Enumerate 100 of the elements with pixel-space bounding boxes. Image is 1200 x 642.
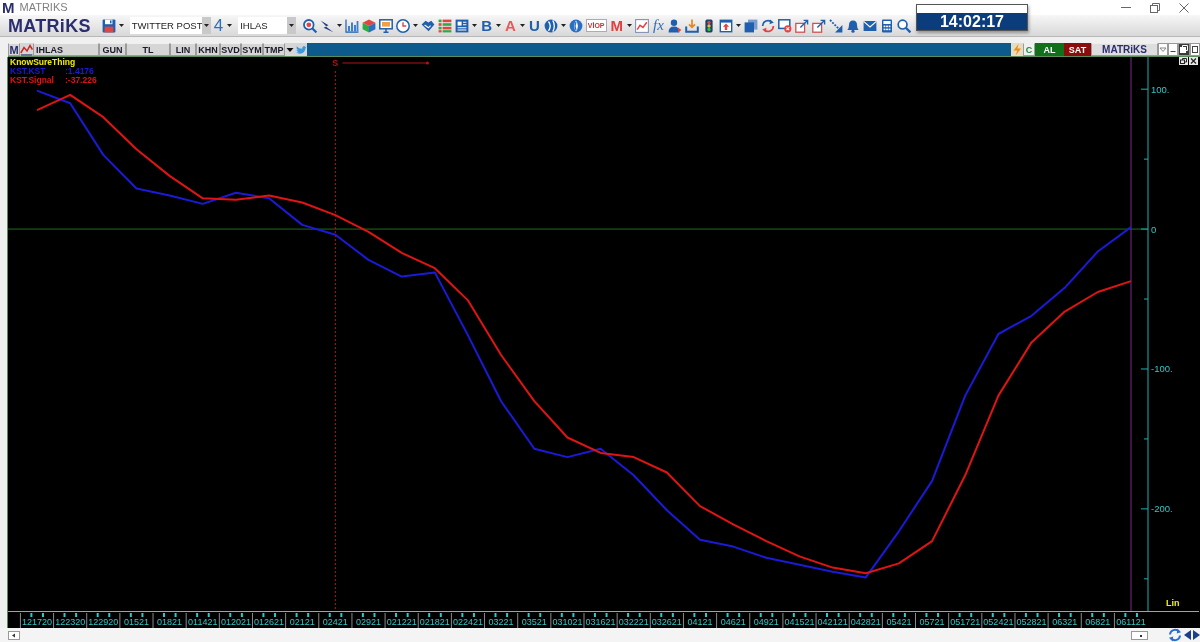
- cube-icon[interactable]: [362, 18, 377, 33]
- header-button[interactable]: KHN: [196, 43, 220, 56]
- header-button[interactable]: SYM: [241, 43, 263, 56]
- brand-label: MATRiKS: [1091, 43, 1158, 56]
- axis-label: 051721: [950, 617, 981, 627]
- axis-label: -200.: [1151, 503, 1173, 515]
- legend-label: KST.Signal: [10, 75, 54, 85]
- minimize-icon[interactable]: [1168, 43, 1178, 56]
- list-icon[interactable]: [438, 18, 453, 33]
- letter-button[interactable]: U: [527, 17, 541, 34]
- header-button[interactable]: TL: [126, 43, 170, 56]
- legend-value: :1.4176: [65, 66, 94, 76]
- axis-label: 05721: [919, 617, 945, 627]
- header-button[interactable]: GUN: [99, 43, 126, 56]
- sell-button[interactable]: SAT: [1064, 43, 1091, 56]
- page-number-button[interactable]: 4: [212, 17, 225, 34]
- scale-mode-label: Lin: [1166, 598, 1180, 608]
- axis-label: 05421: [886, 617, 912, 627]
- arrow-icon[interactable]: [828, 18, 843, 33]
- axis-label: 011421: [188, 617, 218, 627]
- restore-icon[interactable]: [1178, 43, 1190, 56]
- caret-icon[interactable]: [289, 24, 295, 27]
- axis-label: 042121: [817, 617, 848, 627]
- refresh-icon[interactable]: [1168, 628, 1182, 642]
- formula-button[interactable]: fx: [652, 17, 665, 34]
- status-button[interactable]: C: [1023, 43, 1035, 56]
- axis-label: -100.: [1151, 363, 1173, 375]
- logo: MATRiKS: [8, 15, 91, 36]
- clock-icon[interactable]: [396, 18, 411, 33]
- caret-icon[interactable]: [472, 24, 478, 27]
- axis-label: 06821: [1085, 617, 1111, 627]
- caret-icon[interactable]: [227, 24, 233, 27]
- monitor-icon[interactable]: [777, 18, 792, 33]
- magnifier-icon[interactable]: [303, 18, 318, 33]
- bar-chart-icon[interactable]: [345, 18, 360, 33]
- caret-icon[interactable]: [627, 24, 632, 27]
- axis-label: 122320: [55, 617, 86, 627]
- axis-label: 012621: [254, 617, 285, 627]
- axis-label: 021221: [386, 617, 417, 627]
- axis-label: 031021: [552, 617, 583, 627]
- legend-label: KST.KST: [10, 66, 46, 76]
- axis-label: 032221: [618, 617, 649, 627]
- newspaper-icon[interactable]: [455, 18, 470, 33]
- axis-label: 012021: [220, 617, 251, 627]
- globe-icon[interactable]: [543, 18, 558, 33]
- symbol-field[interactable]: IHLAS: [33, 43, 99, 56]
- caret-icon[interactable]: [735, 24, 741, 27]
- header-button[interactable]: TMP: [263, 43, 285, 56]
- monitor-icon[interactable]: [379, 18, 394, 33]
- restore-icon[interactable]: [1150, 2, 1160, 13]
- maximize-icon[interactable]: [1190, 43, 1200, 56]
- axis-label: 02121: [289, 617, 315, 627]
- download-icon[interactable]: [684, 18, 699, 33]
- caret-icon[interactable]: [560, 24, 566, 27]
- heart-icon[interactable]: [421, 18, 436, 33]
- chart-icon[interactable]: [20, 43, 33, 56]
- axis-label: 052821: [1016, 617, 1047, 627]
- caret-icon[interactable]: [496, 24, 502, 27]
- restore-icon[interactable]: [1179, 57, 1188, 65]
- scrollbar-thumb[interactable]: [1131, 630, 1148, 640]
- calculator-icon[interactable]: [879, 18, 894, 33]
- close-icon[interactable]: [1179, 2, 1189, 13]
- caret-icon[interactable]: [337, 24, 343, 27]
- letter-button[interactable]: B: [480, 17, 494, 34]
- window-icon[interactable]: [794, 18, 809, 33]
- caret-icon[interactable]: [413, 24, 419, 27]
- line-chart-icon[interactable]: [635, 18, 649, 33]
- header-button[interactable]: LIN: [170, 43, 196, 56]
- symbol-select[interactable]: IHLAS: [238, 17, 297, 34]
- axis-label: 06321: [1052, 617, 1078, 627]
- app-logo: M: [2, 0, 15, 15]
- arrow-left-icon[interactable]: [1184, 630, 1191, 640]
- window-title: MATRIKS: [19, 1, 68, 14]
- caret-icon[interactable]: [519, 24, 525, 27]
- axis-label: 052421: [983, 617, 1014, 627]
- cycle-icon[interactable]: [760, 18, 775, 33]
- caret-icon[interactable]: [204, 24, 210, 27]
- globe-icon[interactable]: [568, 18, 583, 33]
- axis-label: 04621: [720, 617, 746, 627]
- window-icon[interactable]: [811, 18, 826, 33]
- arrow-left-icon[interactable]: [8, 630, 20, 640]
- save-icon[interactable]: [101, 18, 116, 33]
- bell-icon[interactable]: [845, 18, 860, 33]
- window-icon[interactable]: [718, 18, 733, 33]
- legend-value: :-37.226: [65, 75, 97, 85]
- header-button[interactable]: SVD: [220, 43, 241, 56]
- envelope-icon[interactable]: [862, 18, 877, 33]
- axis-label: 121720: [22, 617, 52, 627]
- axis-label: 041521: [784, 617, 815, 627]
- axis-label: 042821: [850, 617, 881, 627]
- close-icon[interactable]: [1189, 57, 1198, 65]
- layout-select[interactable]: TWITTER POST: [129, 17, 208, 34]
- documents-icon[interactable]: [743, 18, 758, 33]
- arrow-right-icon[interactable]: [1193, 630, 1200, 640]
- clock-time: 14:02:17: [917, 13, 1027, 30]
- person-icon[interactable]: [667, 18, 682, 33]
- search-icon[interactable]: [896, 18, 911, 33]
- caret-icon[interactable]: [285, 43, 295, 56]
- buy-button[interactable]: AL: [1035, 43, 1064, 56]
- caret-icon[interactable]: [118, 24, 124, 27]
